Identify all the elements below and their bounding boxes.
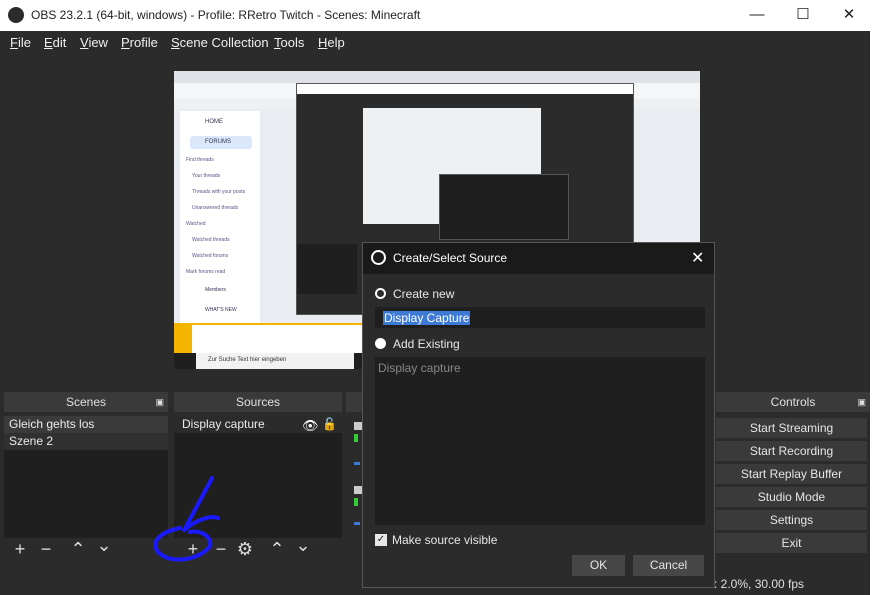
- scenes-header: Scenes ▣: [4, 392, 168, 412]
- status-cpu-fps: : 2.0%, 30.00 fps: [714, 577, 805, 591]
- mixer-label-m: [354, 486, 362, 494]
- existing-source-item[interactable]: Display capture: [378, 361, 461, 375]
- maximize-button[interactable]: ☐: [780, 0, 826, 31]
- start-recording-button[interactable]: Start Recording: [716, 441, 867, 461]
- browser-tabs: [174, 71, 700, 83]
- annotation-scribble: [153, 476, 220, 562]
- dialog-close-icon[interactable]: ✕: [691, 248, 704, 268]
- gear-icon[interactable]: ⚙: [234, 539, 256, 560]
- settings-button[interactable]: Settings: [716, 510, 867, 530]
- exit-button[interactable]: Exit: [716, 533, 867, 553]
- scenes-toolbar: + − ⌃ ⌄: [4, 535, 168, 564]
- create-new-label: Create new: [393, 287, 455, 301]
- scene-item-szene2[interactable]: Szene 2: [4, 433, 168, 450]
- add-existing-label: Add Existing: [393, 337, 460, 351]
- title-bar: OBS 23.2.1 (64-bit, windows) - Profile: …: [0, 0, 870, 31]
- link-threads-posts: Threads with your posts: [192, 189, 246, 195]
- link-whats-new: WHAT'S NEW: [205, 307, 237, 313]
- link-watched: Watched: [186, 221, 206, 227]
- existing-sources-list[interactable]: Display capture: [375, 357, 705, 525]
- scenes-float-icon[interactable]: ▣: [155, 392, 164, 412]
- menu-bar: File Edit View Profile Scene Collection …: [0, 31, 870, 53]
- move-source-down-button[interactable]: ⌄: [292, 535, 314, 556]
- make-visible-label: Make source visible: [392, 533, 498, 547]
- minimize-button[interactable]: —: [734, 0, 780, 31]
- menu-file[interactable]: File: [10, 35, 31, 50]
- link-your-threads: Your threads: [192, 173, 221, 179]
- menu-view[interactable]: View: [80, 35, 108, 50]
- window-title: OBS 23.2.1 (64-bit, windows) - Profile: …: [31, 8, 421, 22]
- scenes-list[interactable]: Gleich gehts los Szene 2: [4, 416, 168, 538]
- scene-item-gleich[interactable]: Gleich gehts los: [4, 416, 168, 433]
- move-source-up-button[interactable]: ⌃: [266, 539, 288, 560]
- mixer-slider-2[interactable]: [354, 522, 360, 525]
- menu-edit[interactable]: Edit: [44, 35, 66, 50]
- source-name-input[interactable]: Display Capture: [375, 307, 705, 328]
- menu-profile[interactable]: Profile: [121, 35, 158, 50]
- link-mark-read: Mark forums read: [186, 269, 226, 275]
- start-replay-buffer-button[interactable]: Start Replay Buffer: [716, 464, 867, 484]
- controls-float-icon[interactable]: ▣: [857, 392, 866, 412]
- radio-add-existing[interactable]: [375, 338, 386, 349]
- close-button[interactable]: ✕: [826, 0, 872, 31]
- obs-logo-icon: [8, 7, 24, 23]
- site-sidebar: HOME FORUMS Find threads Your threads Th…: [180, 111, 260, 323]
- dialog-title-bar: Create/Select Source ✕: [363, 243, 714, 274]
- controls-header: Controls ▣: [716, 392, 870, 412]
- sidebar-home: HOME: [205, 119, 223, 125]
- obs-logo-icon: [371, 250, 386, 265]
- nested-titlebar: [297, 84, 633, 94]
- menu-scene-collection[interactable]: Scene Collection: [171, 35, 269, 50]
- link-find-threads: Find threads: [186, 157, 214, 163]
- ok-button[interactable]: OK: [572, 555, 625, 576]
- sidebar-forums: FORUMS: [205, 139, 231, 145]
- mixer-slider-1[interactable]: [354, 462, 360, 465]
- studio-mode-button[interactable]: Studio Mode: [716, 487, 867, 507]
- mixer-meter-1: [354, 434, 358, 442]
- cancel-button[interactable]: Cancel: [633, 555, 704, 576]
- mixer-label-d: [354, 422, 362, 430]
- eye-icon[interactable]: 👁: [302, 418, 319, 434]
- add-scene-button[interactable]: +: [9, 539, 31, 560]
- mixer-meter-2: [354, 498, 358, 506]
- start-streaming-button[interactable]: Start Streaming: [716, 418, 867, 438]
- menu-help[interactable]: Help: [318, 35, 345, 50]
- nested-dialog: [439, 174, 569, 240]
- link-members: Members: [205, 287, 226, 293]
- create-select-source-dialog: Create/Select Source ✕ Create new Displa…: [362, 242, 715, 588]
- move-scene-down-button[interactable]: ⌄: [93, 535, 115, 556]
- move-scene-up-button[interactable]: ⌃: [67, 539, 89, 560]
- link-watched-forums: Watched forums: [192, 253, 229, 259]
- lock-icon[interactable]: 🔓: [322, 417, 337, 431]
- make-visible-checkbox[interactable]: ✓: [375, 534, 387, 546]
- menu-tools[interactable]: Tools: [274, 35, 304, 50]
- sources-title: Sources: [235, 395, 281, 409]
- taskbar-search-text: Zur Suche Text hier eingeben: [208, 357, 287, 363]
- nested-scenes: [297, 244, 357, 294]
- radio-create-new[interactable]: [375, 288, 386, 299]
- link-unanswered: Unanswered threads: [192, 205, 239, 211]
- controls-title: Controls: [770, 395, 816, 409]
- desktop-strip: [870, 53, 877, 595]
- dialog-title: Create/Select Source: [393, 251, 508, 265]
- cookie-bar-accent: [174, 323, 192, 353]
- sources-header: Sources: [174, 392, 342, 412]
- remove-scene-button[interactable]: −: [35, 539, 57, 560]
- link-watched-threads: Watched threads: [192, 237, 230, 243]
- source-name-value: Display Capture: [383, 311, 471, 325]
- scenes-title: Scenes: [65, 395, 107, 409]
